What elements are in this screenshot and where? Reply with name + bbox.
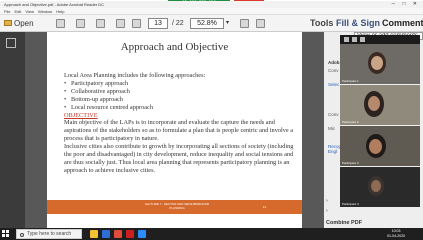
pdf-page: Approach and Objective Local Area Planni… [47, 32, 302, 228]
convert-label: Conv [328, 68, 339, 73]
minimize-icon[interactable] [344, 37, 349, 42]
participant-name: Participant 1 [342, 79, 359, 83]
slide-footer: LECTURE 7 - SECTOR AND NEIGHBORHOOD PLAN… [47, 200, 302, 214]
menu-file[interactable]: File [4, 8, 10, 15]
list-item: Local resource centred approach [64, 104, 294, 112]
participant-tile[interactable]: Participant 1 [340, 44, 420, 84]
search-placeholder: Type here to search [27, 231, 72, 237]
grid-view-icon[interactable] [352, 37, 357, 42]
zoom-level-select[interactable]: 52.8% [190, 18, 224, 29]
clock-date: 01-04-2020 [387, 234, 405, 238]
open-button[interactable]: Open [4, 17, 34, 30]
chevron-right-icon[interactable]: › [326, 198, 328, 204]
zoom-icon[interactable] [138, 230, 146, 238]
participant-face [368, 96, 380, 111]
footer-text: LECTURE 7 - SECTOR AND NEIGHBORHOOD PLAN… [144, 202, 210, 210]
chevron-right-icon[interactable]: › [326, 208, 328, 214]
adobe-export-label: Adob [328, 60, 340, 65]
zoom-dropdown-icon[interactable]: ▾ [226, 17, 229, 30]
participant-tile[interactable]: Participant 4 [340, 167, 420, 207]
inclusive-paragraph: Inclusive cities also contribute to grow… [64, 143, 294, 174]
participant-face [369, 139, 382, 154]
list-item: Collaborative approach [64, 88, 294, 96]
english-label: Engl [328, 149, 338, 154]
window-title: Approach and Objective.pdf - Adobe Acrob… [4, 2, 105, 7]
participant-name: Participant 3 [342, 161, 359, 165]
save-icon[interactable] [56, 19, 65, 28]
windows-start-icon[interactable] [2, 230, 10, 238]
participant-name: Participant 2 [342, 120, 359, 124]
page-thumbnails-icon[interactable] [6, 38, 16, 48]
participant-face [371, 180, 381, 192]
page-up-icon[interactable] [116, 19, 125, 28]
combine-pdf-tool[interactable]: Combine PDF [326, 220, 362, 226]
footer-page-number: 13 [262, 205, 266, 209]
approach-list: Participatory approach Collaborative app… [64, 80, 294, 112]
system-clock[interactable]: 10:03 01-04-2020 [387, 229, 405, 239]
open-label: Open [14, 19, 34, 28]
main-toolbar: Open 13 / 22 52.8% ▾ Tools Fill & Sign C… [0, 15, 423, 32]
convert-label-2: Conv [328, 112, 339, 117]
objective-paragraph: Main objective of the LAPs is to incorpo… [64, 119, 294, 143]
page-number-input[interactable]: 13 [148, 18, 168, 29]
fill-sign-tab[interactable]: Fill & Sign [336, 17, 380, 30]
menu-view[interactable]: View [25, 8, 34, 15]
slide-intro: Local Area Planning includes the followi… [64, 72, 206, 79]
print-icon[interactable] [76, 19, 85, 28]
windows-taskbar: Type here to search 10:03 01-04-2020 [0, 228, 423, 240]
speaker-view-icon[interactable] [360, 37, 365, 42]
window-controls[interactable]: ─ □ ✕ [391, 1, 420, 8]
comment-tab[interactable]: Comment [382, 17, 423, 30]
menu-window[interactable]: Window [38, 8, 52, 15]
video-gallery: Participant 1 Participant 2 Participant … [340, 35, 420, 207]
page-down-icon[interactable] [132, 19, 141, 28]
participant-name: Participant 4 [342, 202, 359, 206]
menu-edit[interactable]: Edit [14, 8, 21, 15]
page-total: / 22 [172, 20, 184, 27]
document-viewer[interactable]: Approach and Objective Local Area Planni… [25, 32, 324, 228]
menu-bar: File Edit View Window Help [0, 8, 423, 15]
email-icon[interactable] [96, 19, 105, 28]
chrome-icon[interactable] [114, 230, 122, 238]
tools-tab[interactable]: Tools [310, 17, 333, 30]
file-explorer-icon[interactable] [90, 230, 98, 238]
acrobat-icon[interactable] [126, 230, 134, 238]
edge-icon[interactable] [102, 230, 110, 238]
list-item: Participatory approach [64, 80, 294, 88]
menu-help[interactable]: Help [56, 8, 64, 15]
left-navigation-pane [0, 32, 25, 228]
word-format-select[interactable]: Mic [328, 126, 335, 131]
list-item: Bottom-up approach [64, 96, 294, 104]
video-controls [340, 35, 420, 44]
participant-face [371, 56, 383, 70]
more-tools-icon[interactable] [256, 19, 265, 28]
search-icon [20, 233, 24, 237]
slide-title: Approach and Objective [120, 41, 229, 53]
folder-icon [4, 20, 12, 26]
select-tool-icon[interactable] [240, 19, 249, 28]
window-titlebar: Approach and Objective.pdf - Adobe Acrob… [0, 1, 423, 8]
objective-heading: OBJECTIVE [64, 111, 98, 119]
select-file-link[interactable]: Selec [328, 82, 339, 87]
taskbar-search-input[interactable]: Type here to search [16, 229, 82, 239]
participant-tile[interactable]: Participant 2 [340, 85, 420, 125]
participant-tile[interactable]: Participant 3 [340, 126, 420, 166]
slide-body: Local Area Planning includes the followi… [64, 72, 294, 175]
